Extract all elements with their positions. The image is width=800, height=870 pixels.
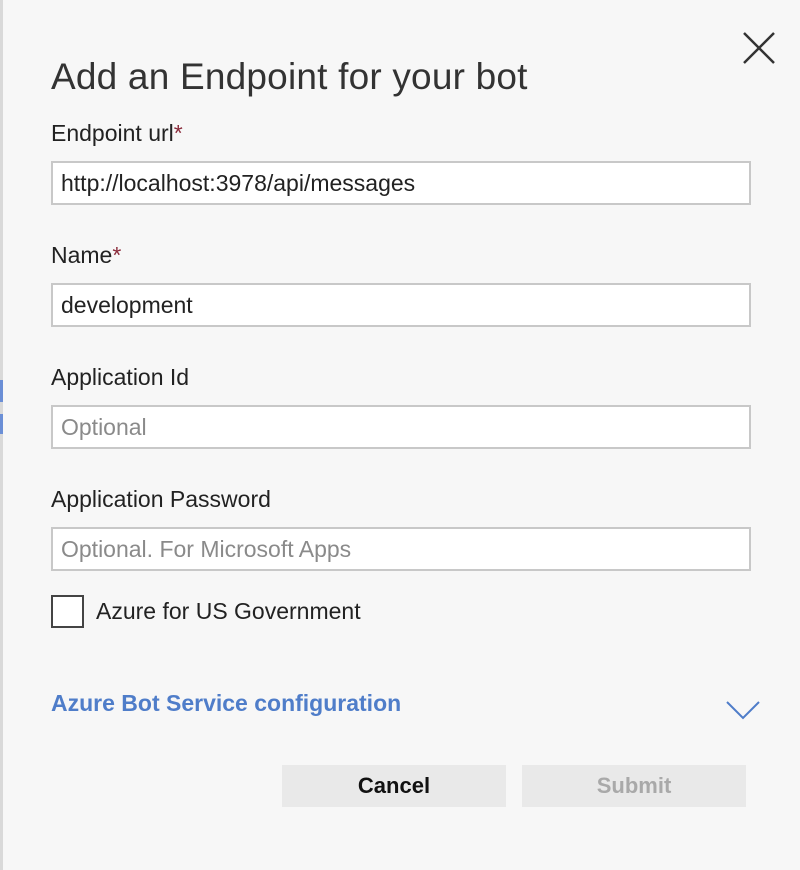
application-password-input[interactable]: [51, 527, 751, 571]
azure-us-government-checkbox[interactable]: [51, 594, 84, 628]
cancel-button[interactable]: Cancel: [282, 765, 506, 807]
name-input[interactable]: [51, 283, 751, 327]
azure-bot-service-config-toggle[interactable]: Azure Bot Service configuration: [51, 690, 401, 717]
required-marker: *: [112, 242, 122, 268]
add-endpoint-dialog: Add an Endpoint for your bot Endpoint ur…: [3, 0, 800, 870]
endpoint-url-input[interactable]: [51, 161, 751, 205]
name-label: Name*: [51, 242, 121, 269]
application-password-label: Application Password: [51, 486, 271, 512]
azure-us-government-label: Azure for US Government: [96, 597, 361, 624]
chevron-down-icon: [726, 701, 760, 720]
close-icon: [743, 32, 775, 64]
application-id-label: Application Id: [51, 364, 190, 390]
required-marker: *: [173, 120, 183, 146]
application-id-input[interactable]: [51, 405, 751, 449]
dialog-title: Add an Endpoint for your bot: [51, 56, 528, 97]
name-label-text: Name: [51, 242, 113, 268]
submit-button[interactable]: Submit: [522, 765, 746, 807]
azure-us-government-option[interactable]: Azure for US Government: [51, 592, 361, 630]
endpoint-url-label-text: Endpoint url: [51, 120, 174, 146]
expand-section-button[interactable]: [723, 698, 763, 722]
endpoint-url-label: Endpoint url*: [51, 120, 183, 147]
close-button[interactable]: [739, 28, 779, 68]
